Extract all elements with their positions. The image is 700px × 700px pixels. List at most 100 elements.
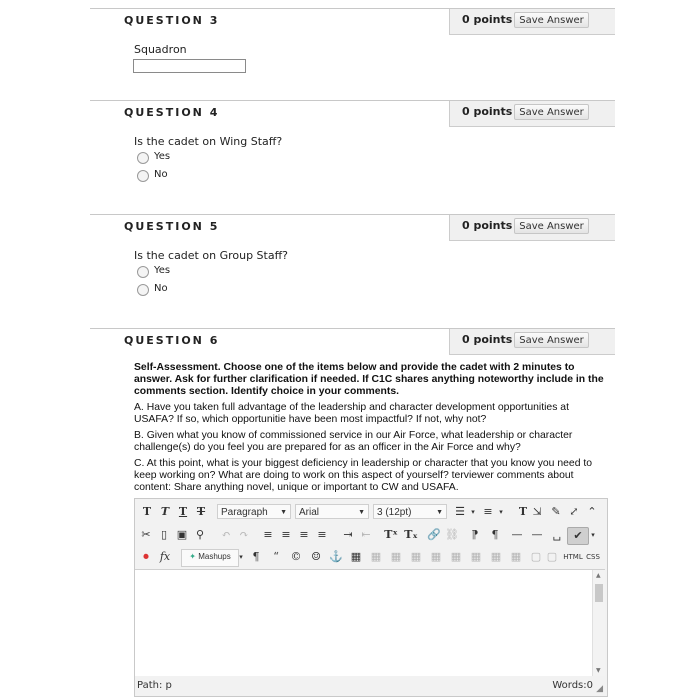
rtl-icon[interactable]: ¶ bbox=[487, 527, 503, 543]
question-5: QUESTION 5 0 points Save Answer Is the c… bbox=[90, 214, 615, 296]
fullscreen-icon[interactable]: ⤢ bbox=[567, 504, 581, 520]
undo-icon[interactable]: ↶ bbox=[219, 527, 233, 543]
save-answer-button[interactable]: Save Answer bbox=[514, 218, 589, 234]
editor-scrollbar[interactable]: ▲ ▼ bbox=[592, 570, 605, 676]
superscript-icon[interactable]: Tˣ bbox=[383, 527, 399, 543]
mashups-label: Mashups bbox=[198, 552, 231, 561]
insert-col-after-icon[interactable]: ▦ bbox=[489, 549, 503, 565]
question-title: QUESTION 3 bbox=[124, 14, 220, 27]
points-label: 0 points bbox=[462, 13, 513, 26]
points-label: 0 points bbox=[462, 105, 513, 118]
question-3: QUESTION 3 0 points Save Answer Squadron bbox=[90, 8, 615, 73]
format-select[interactable]: Paragraph ▼ bbox=[217, 504, 291, 519]
question-6: QUESTION 6 0 points Save Answer Self-Ass… bbox=[90, 328, 615, 493]
numbered-list-icon[interactable]: ≡ bbox=[481, 504, 495, 520]
radio-label: No bbox=[154, 169, 168, 180]
save-answer-button[interactable]: Save Answer bbox=[514, 104, 589, 120]
radio-button[interactable] bbox=[137, 152, 149, 164]
points-box: 0 points Save Answer bbox=[449, 9, 615, 35]
italic-icon[interactable]: T bbox=[159, 504, 171, 520]
table-row-props-icon[interactable]: ▦ bbox=[369, 549, 383, 565]
save-answer-button[interactable]: Save Answer bbox=[514, 332, 589, 348]
align-center-icon[interactable]: ≡ bbox=[279, 527, 293, 543]
item-a: A. Have you taken full advantage of the … bbox=[134, 402, 569, 425]
scroll-thumb[interactable] bbox=[595, 584, 603, 602]
align-justify-icon[interactable]: ≡ bbox=[315, 527, 329, 543]
nonbreaking-space-icon[interactable]: ␣ bbox=[549, 527, 565, 543]
em-dash-icon[interactable]: — bbox=[529, 527, 545, 543]
merge-cells-icon[interactable]: ▢ bbox=[529, 549, 543, 565]
link-icon[interactable]: 🔗 bbox=[427, 527, 441, 543]
table-icon[interactable]: ▦ bbox=[349, 549, 363, 565]
question-prompt: Squadron bbox=[134, 43, 187, 56]
clear-format-icon[interactable]: ⇲ bbox=[531, 504, 543, 520]
css-button[interactable]: CSS bbox=[585, 549, 601, 565]
question-title: QUESTION 5 bbox=[124, 220, 220, 233]
scroll-down-icon[interactable]: ▼ bbox=[596, 667, 601, 674]
mashups-button[interactable]: ✦ Mashups bbox=[181, 549, 239, 567]
outdent-icon[interactable]: ⇤ bbox=[359, 527, 373, 543]
chevron-down-icon: ▼ bbox=[280, 509, 287, 516]
copyright-icon[interactable]: © bbox=[289, 549, 303, 565]
text-direction-icon[interactable]: T bbox=[515, 504, 531, 520]
save-answer-button[interactable]: Save Answer bbox=[514, 12, 589, 28]
bold-icon[interactable]: T bbox=[141, 504, 153, 520]
ltr-icon[interactable]: ⁋ bbox=[467, 527, 483, 543]
toolbar-row-1: T T T T Paragraph ▼ Arial ▼ 3 (12pt) ▼ ☰ ▾ … bbox=[135, 501, 605, 523]
size-select[interactable]: 3 (12pt) ▼ bbox=[373, 504, 447, 519]
spellcheck-icon[interactable]: ✔ bbox=[567, 527, 589, 545]
delete-col-icon[interactable]: ▦ bbox=[509, 549, 523, 565]
chevron-down-icon[interactable]: ▾ bbox=[469, 504, 477, 520]
radio-button[interactable] bbox=[137, 266, 149, 278]
chevron-down-icon[interactable]: ▾ bbox=[497, 504, 505, 520]
editor-text-area[interactable]: ▲ ▼ bbox=[135, 569, 605, 676]
quote-icon[interactable]: “ bbox=[269, 549, 283, 565]
table-cell-props-icon[interactable]: ▦ bbox=[389, 549, 403, 565]
unlink-icon[interactable]: ⛓ bbox=[445, 527, 459, 543]
radio-button[interactable] bbox=[137, 170, 149, 182]
align-right-icon[interactable]: ≡ bbox=[297, 527, 311, 543]
chevron-down-icon: ▼ bbox=[358, 509, 365, 516]
indent-icon[interactable]: ⇥ bbox=[341, 527, 355, 543]
collapse-toolbar-icon[interactable]: ⌃ bbox=[585, 504, 599, 520]
html-button[interactable]: HTML bbox=[563, 549, 583, 565]
size-select-value: 3 (12pt) bbox=[377, 507, 412, 518]
underline-icon[interactable]: T bbox=[177, 504, 189, 520]
find-icon[interactable]: ⚲ bbox=[193, 527, 207, 543]
insert-row-after-icon[interactable]: ▦ bbox=[429, 549, 443, 565]
question-instructions: Self-Assessment. Choose one of the items… bbox=[134, 362, 604, 498]
question-header: QUESTION 6 0 points Save Answer bbox=[90, 328, 615, 355]
align-left-icon[interactable]: ≡ bbox=[261, 527, 275, 543]
insert-col-before-icon[interactable]: ▦ bbox=[469, 549, 483, 565]
scroll-up-icon[interactable]: ▲ bbox=[596, 572, 601, 579]
horizontal-rule-icon[interactable]: — bbox=[509, 527, 525, 543]
paragraph-icon[interactable]: ¶ bbox=[249, 549, 263, 565]
font-select[interactable]: Arial ▼ bbox=[295, 504, 369, 519]
insert-row-before-icon[interactable]: ▦ bbox=[409, 549, 423, 565]
squadron-input[interactable] bbox=[133, 59, 246, 73]
chevron-down-icon[interactable]: ▾ bbox=[237, 549, 245, 565]
points-box: 0 points Save Answer bbox=[449, 215, 615, 241]
chevron-down-icon[interactable]: ▾ bbox=[589, 527, 597, 543]
toolbar-row-3: ⏺ fx ✦ Mashups ▾ ¶ “ © ☺ ⚓ ▦ ▦ ▦ ▦ ▦ ▦ ▦… bbox=[135, 546, 605, 568]
record-icon[interactable]: ⏺ bbox=[139, 549, 153, 565]
formula-icon[interactable]: fx bbox=[157, 549, 173, 565]
strikethrough-icon[interactable]: T bbox=[195, 504, 207, 520]
points-label: 0 points bbox=[462, 333, 513, 346]
copy-icon[interactable]: ▯ bbox=[157, 527, 171, 543]
spellcheck-pen-icon[interactable]: ✎ bbox=[549, 504, 563, 520]
radio-label: Yes bbox=[154, 265, 171, 276]
redo-icon[interactable]: ↷ bbox=[237, 527, 251, 543]
bullet-list-icon[interactable]: ☰ bbox=[453, 504, 467, 520]
delete-row-icon[interactable]: ▦ bbox=[449, 549, 463, 565]
split-cells-icon[interactable]: ▢ bbox=[545, 549, 559, 565]
question-title: QUESTION 4 bbox=[124, 106, 220, 119]
radio-button[interactable] bbox=[137, 284, 149, 296]
cut-icon[interactable]: ✂ bbox=[139, 527, 153, 543]
anchor-icon[interactable]: ⚓ bbox=[329, 549, 343, 565]
emoticon-icon[interactable]: ☺ bbox=[309, 549, 323, 565]
editor-status-bar: Path: p Words:0 ◢ bbox=[135, 676, 605, 696]
resize-grip-icon[interactable]: ◢ bbox=[596, 684, 603, 694]
paste-icon[interactable]: ▣ bbox=[175, 527, 189, 543]
subscript-icon[interactable]: Tₓ bbox=[403, 527, 419, 543]
